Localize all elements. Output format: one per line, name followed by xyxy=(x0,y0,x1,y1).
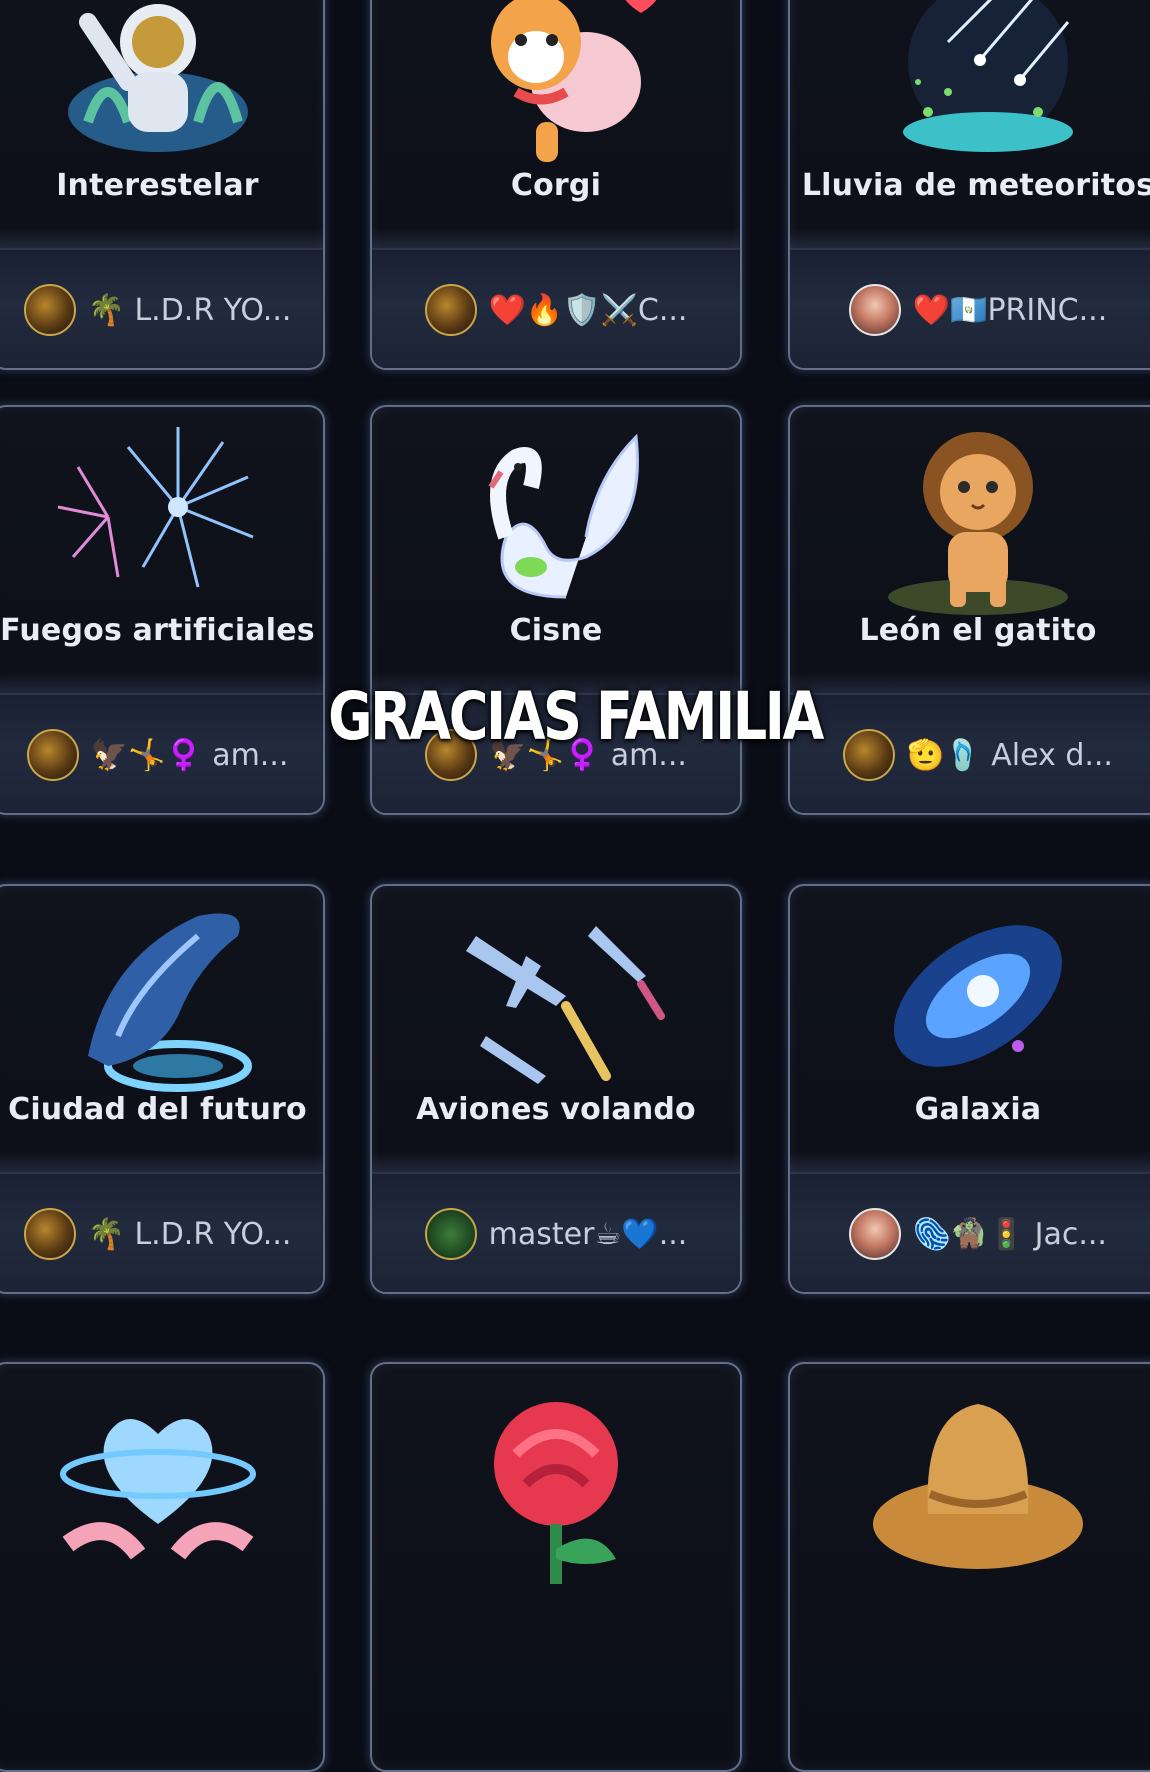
whale-icon xyxy=(0,886,323,1116)
meteor-shower-icon xyxy=(790,0,1150,192)
sender-shelf: ❤️🔥🛡️⚔️C... xyxy=(372,228,740,368)
airplanes-icon xyxy=(372,886,740,1116)
gift-name: Lluvia de meteoritos xyxy=(801,168,1150,203)
sender-shelf: 🌴 L.D.R YO... xyxy=(0,1152,323,1292)
sender-name: ❤️🇬🇹PRINC... xyxy=(912,292,1108,328)
gift-grid: Interestelar 🌴 L.D.R YO... Corgi ❤️🔥🛡️⚔️C..… xyxy=(0,0,1150,1772)
corgi-icon xyxy=(372,0,740,192)
gift-card[interactable] xyxy=(788,1362,1150,1772)
gift-card[interactable]: Aviones volando master☕💙... xyxy=(370,884,742,1294)
gift-card[interactable] xyxy=(370,1362,742,1772)
avatar[interactable] xyxy=(848,284,901,336)
gift-name: Corgi xyxy=(510,168,602,203)
gift-card[interactable]: Lluvia de meteoritos ❤️🇬🇹PRINC... xyxy=(788,0,1150,370)
sender-row[interactable]: master☕💙... xyxy=(372,1204,740,1264)
gift-card[interactable]: Interestelar 🌴 L.D.R YO... xyxy=(0,0,325,370)
sender-shelf: 🌴 L.D.R YO... xyxy=(0,228,323,368)
sender-row[interactable]: 🌴 L.D.R YO... xyxy=(0,280,323,340)
fireworks-icon xyxy=(0,407,323,637)
avatar[interactable] xyxy=(849,1208,902,1260)
gift-name: Ciudad del futuro xyxy=(8,1092,307,1127)
sender-shelf: ❤️🇬🇹PRINC... xyxy=(790,228,1150,368)
gift-name: Aviones volando xyxy=(416,1092,696,1127)
avatar[interactable] xyxy=(23,284,76,336)
gift-name: Fuegos artificiales xyxy=(0,613,315,648)
sender-row[interactable]: 🫆🧌🚦 Jac... xyxy=(790,1204,1150,1264)
galaxy-icon xyxy=(790,886,1150,1116)
avatar[interactable] xyxy=(424,284,477,336)
gift-card[interactable] xyxy=(0,1362,325,1772)
swan-icon xyxy=(372,407,740,637)
avatar[interactable] xyxy=(26,729,79,781)
sender-row[interactable]: ❤️🔥🛡️⚔️C... xyxy=(372,280,740,340)
gift-card[interactable]: Galaxia 🫆🧌🚦 Jac... xyxy=(788,884,1150,1294)
gift-name: Galaxia xyxy=(914,1092,1042,1127)
overlay-caption: GRACIAS FAMILIA xyxy=(328,678,824,755)
gift-card[interactable]: Ciudad del futuro 🌴 L.D.R YO... xyxy=(0,884,325,1294)
gift-name: León el gatito xyxy=(859,613,1097,648)
lion-icon xyxy=(790,407,1150,637)
gift-card[interactable]: Corgi ❤️🔥🛡️⚔️C... xyxy=(370,0,742,370)
sender-shelf: master☕💙... xyxy=(372,1152,740,1292)
sender-name: 🫆🧌🚦 Jac... xyxy=(913,1216,1107,1252)
sender-name: 🌴 L.D.R YO... xyxy=(87,292,292,328)
sender-shelf: 🫆🧌🚦 Jac... xyxy=(790,1152,1150,1292)
gift-name: Cisne xyxy=(509,613,603,648)
gift-name: Interestelar xyxy=(56,168,259,203)
avatar[interactable] xyxy=(23,1208,76,1260)
astronaut-icon xyxy=(0,0,323,192)
avatar[interactable] xyxy=(424,1208,477,1260)
sender-row[interactable]: ❤️🇬🇹PRINC... xyxy=(790,280,1150,340)
heart-hands-icon xyxy=(0,1364,323,1594)
sender-name: 🌴 L.D.R YO... xyxy=(87,1216,292,1252)
cowboy-hat-icon xyxy=(790,1364,1150,1594)
sender-name: master☕💙... xyxy=(488,1216,688,1252)
sender-row[interactable]: 🌴 L.D.R YO... xyxy=(0,1204,323,1264)
rose-icon xyxy=(372,1364,740,1594)
sender-name: ❤️🔥🛡️⚔️C... xyxy=(488,292,688,328)
